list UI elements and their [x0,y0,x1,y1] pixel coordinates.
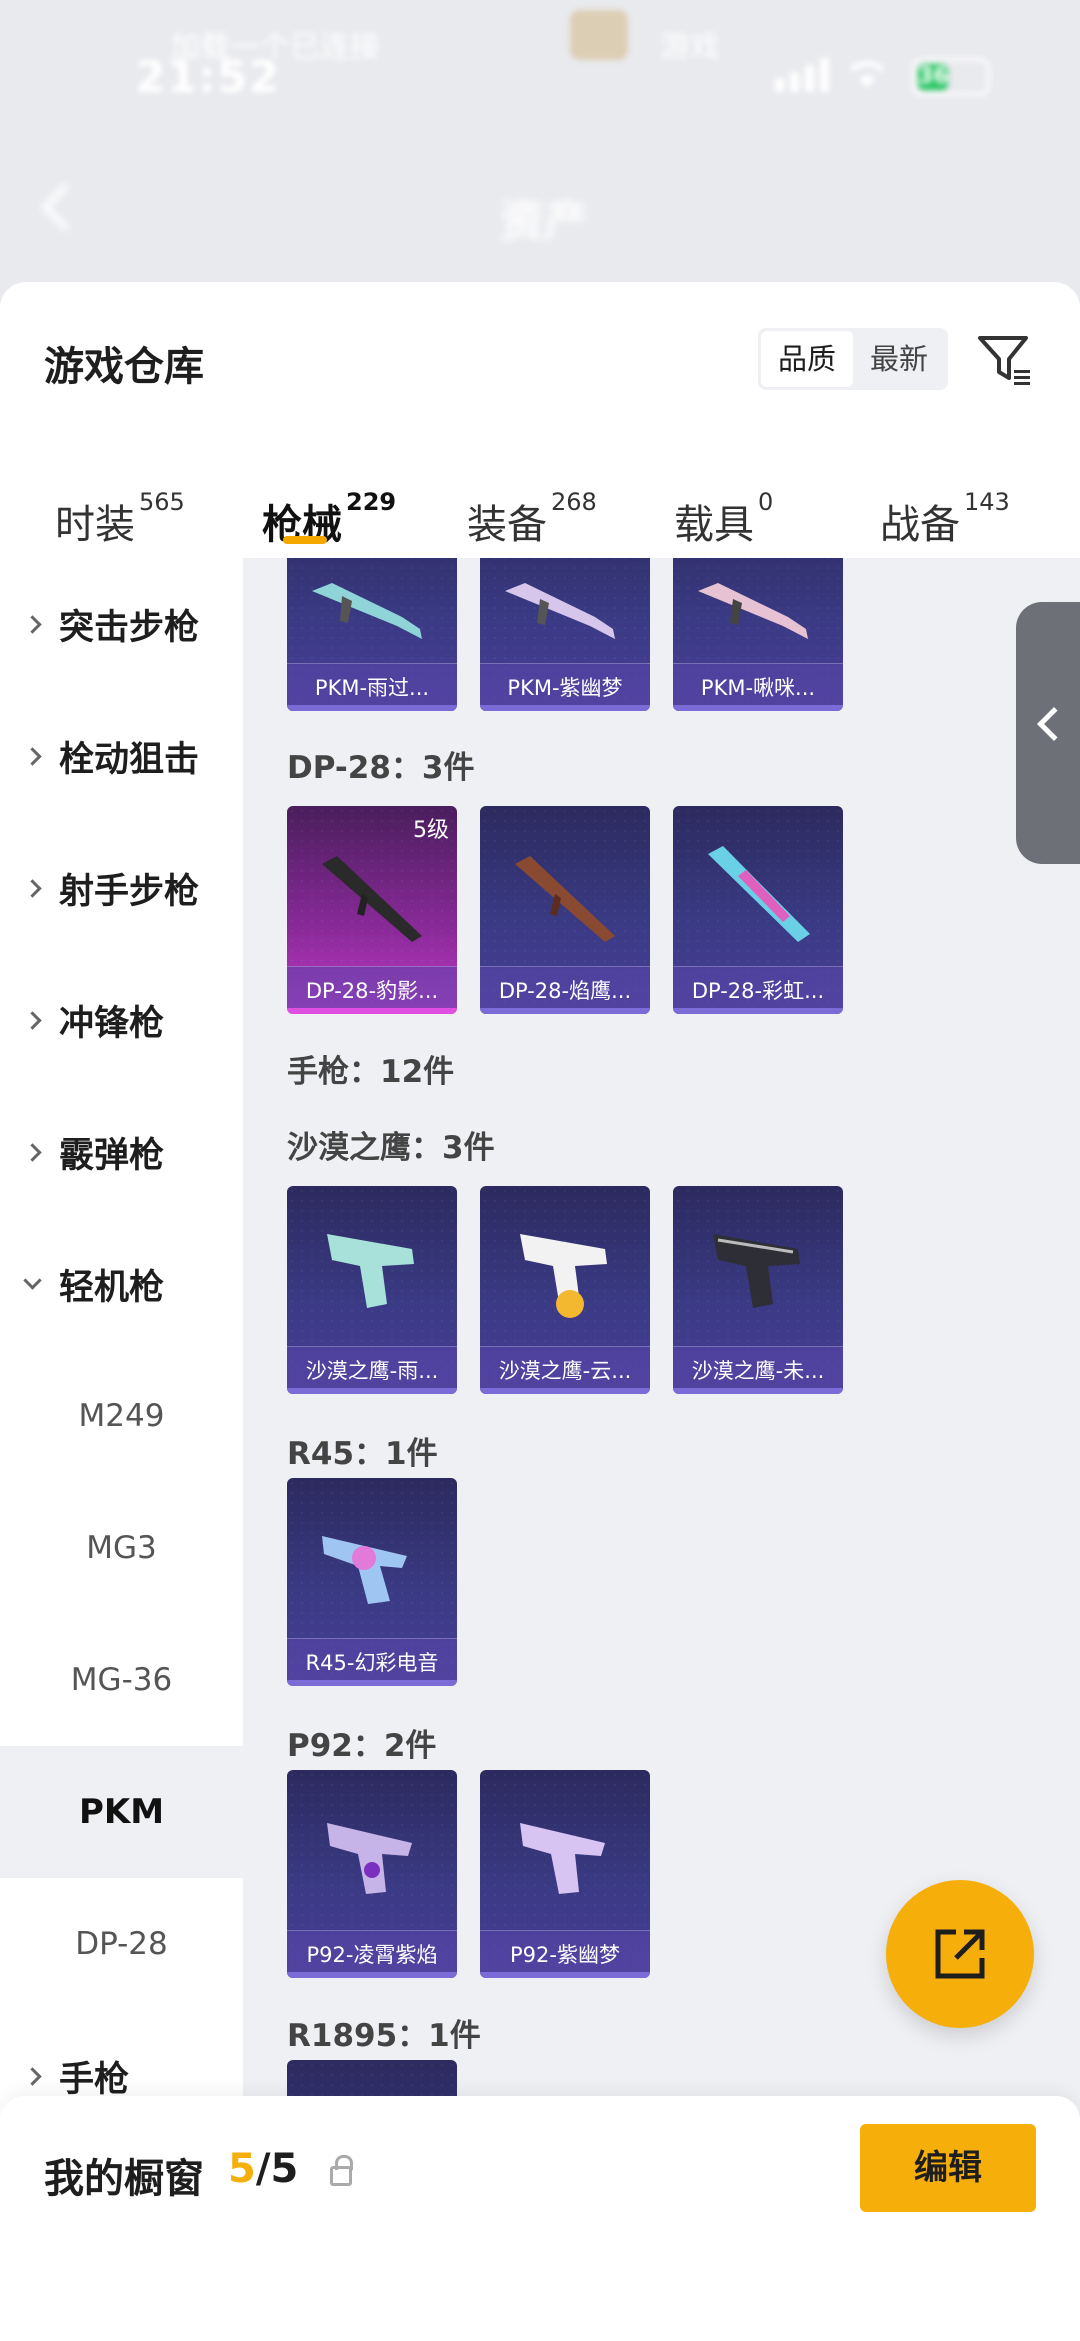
edit-button[interactable]: 编辑 [860,2124,1036,2212]
weapon-grid: PKM-雨过... PKM-紫幽梦 PKM-啾咪... DP-28：3件 5级 … [243,558,1080,2341]
weapon-image-icon [520,1234,607,1318]
active-tab-indicator [283,536,327,544]
weapon-card[interactable]: PKM-紫幽梦 [480,558,650,711]
tab-fashion[interactable]: 时装 565 [55,488,185,550]
game-warehouse-sheet: 游戏仓库 品质 最新 时装 565 枪械 229 装备 268 载具 0 战备 143 突… [0,282,1080,2341]
sort-toggle: 品质 最新 [758,328,948,390]
sidebar-item-smg[interactable]: 冲锋枪 [0,954,243,1086]
signal-icon [775,58,829,92]
weapon-image-icon [708,846,810,942]
chevron-right-icon [23,1142,42,1162]
weapon-card[interactable]: 沙漠之鹰-未... [673,1186,843,1394]
weapon-image-icon [312,583,422,639]
sort-quality-button[interactable]: 品质 [761,331,853,387]
share-icon [935,1929,985,1979]
weapon-image-icon [505,583,615,639]
weapon-card[interactable]: DP-28-焰鹰... [480,806,650,1014]
sidebar-subitem-mg3[interactable]: MG3 [0,1482,243,1614]
weapon-card[interactable]: 沙漠之鹰-云... [480,1186,650,1394]
weapon-image-icon [327,1823,412,1894]
sort-newest-button[interactable]: 最新 [853,331,945,387]
showcase-title: 我的橱窗 [44,2156,204,2202]
sheet-title: 游戏仓库 [44,344,204,390]
sidebar-subitem-dp28[interactable]: DP-28 [0,1878,243,2010]
weapon-image-icon [515,856,615,942]
weapon-card[interactable]: PKM-雨过... [287,558,457,711]
sidebar-item-assault-rifle[interactable]: 突击步枪 [0,558,243,690]
category-tabs: 时装 565 枪械 229 装备 268 载具 0 战备 143 [0,462,1080,562]
lock-icon [330,2155,353,2186]
group-title-r1895: R1895：1件 [287,2018,481,2054]
weapon-image-icon [322,856,422,942]
sidebar-subitem-pkm[interactable]: PKM [0,1746,243,1878]
sidebar-item-bolt-sniper[interactable]: 栓动狙击 [0,690,243,822]
status-notification-text-right: 游戏 [660,30,720,65]
weapon-card[interactable]: 5级 DP-28-豹影... [287,806,457,1014]
sidebar-item-lmg[interactable]: 轻机枪 [0,1218,243,1350]
group-title-deagle: 沙漠之鹰：3件 [287,1130,495,1166]
sidebar-item-shotgun[interactable]: 霰弹枪 [0,1086,243,1218]
page-header: 资产 [0,130,1080,270]
chevron-left-icon [1037,707,1071,741]
chevron-right-icon [23,878,42,898]
my-showcase-bar: 我的橱窗 5/5 编辑 [0,2096,1080,2341]
tab-firearms[interactable]: 枪械 229 [262,488,396,550]
wifi-icon [849,61,885,88]
weapon-image-icon [713,1234,800,1308]
chevron-right-icon [23,1010,42,1030]
battery-icon: 36 [912,58,990,96]
chevron-right-icon [23,746,42,766]
chevron-down-icon [23,1270,42,1290]
back-icon[interactable] [40,182,90,232]
status-bar: 21:52 加载一个已连接 游戏 36 [0,0,1080,130]
weapon-category-sidebar: 突击步枪 栓动狙击 射手步枪 冲锋枪 霰弹枪 轻机枪 M249 MG3 MG-3… [0,558,243,2341]
weapon-card[interactable]: P92-紫幽梦 [480,1770,650,1978]
notification-app-icon [570,10,628,60]
weapon-card[interactable]: DP-28-彩虹... [673,806,843,1014]
showcase-count: 5/5 [228,2146,299,2192]
tab-supplies[interactable]: 战备 143 [880,488,1010,550]
side-drawer-handle[interactable] [1016,602,1080,864]
status-notification-text: 加载一个已连接 [170,30,380,65]
weapon-image-icon [698,583,808,639]
share-button[interactable] [886,1880,1034,2028]
group-title-dp28: DP-28：3件 [287,750,475,786]
chevron-right-icon [23,614,42,634]
sidebar-subitem-mg36[interactable]: MG-36 [0,1614,243,1746]
weapon-image-icon [322,1536,407,1604]
group-title-p92: P92：2件 [287,1728,437,1764]
weapon-card[interactable]: 沙漠之鹰-雨... [287,1186,457,1394]
weapon-image-icon [327,1234,414,1308]
weapon-image-icon [520,1823,605,1894]
group-title-r45: R45：1件 [287,1436,438,1472]
filter-icon[interactable] [976,332,1032,388]
sidebar-subitem-m249[interactable]: M249 [0,1350,243,1482]
weapon-card[interactable]: PKM-啾咪... [673,558,843,711]
weapon-card[interactable]: P92-凌霄紫焰 [287,1770,457,1978]
weapon-card[interactable]: R45-幻彩电音 [287,1478,457,1686]
tab-equipment[interactable]: 装备 268 [467,488,597,550]
chevron-right-icon [23,2066,42,2086]
group-title-pistol: 手枪：12件 [287,1054,455,1090]
page-title: 资产 [500,196,588,247]
sidebar-item-marksman-rifle[interactable]: 射手步枪 [0,822,243,954]
tab-vehicles[interactable]: 载具 0 [674,488,773,550]
